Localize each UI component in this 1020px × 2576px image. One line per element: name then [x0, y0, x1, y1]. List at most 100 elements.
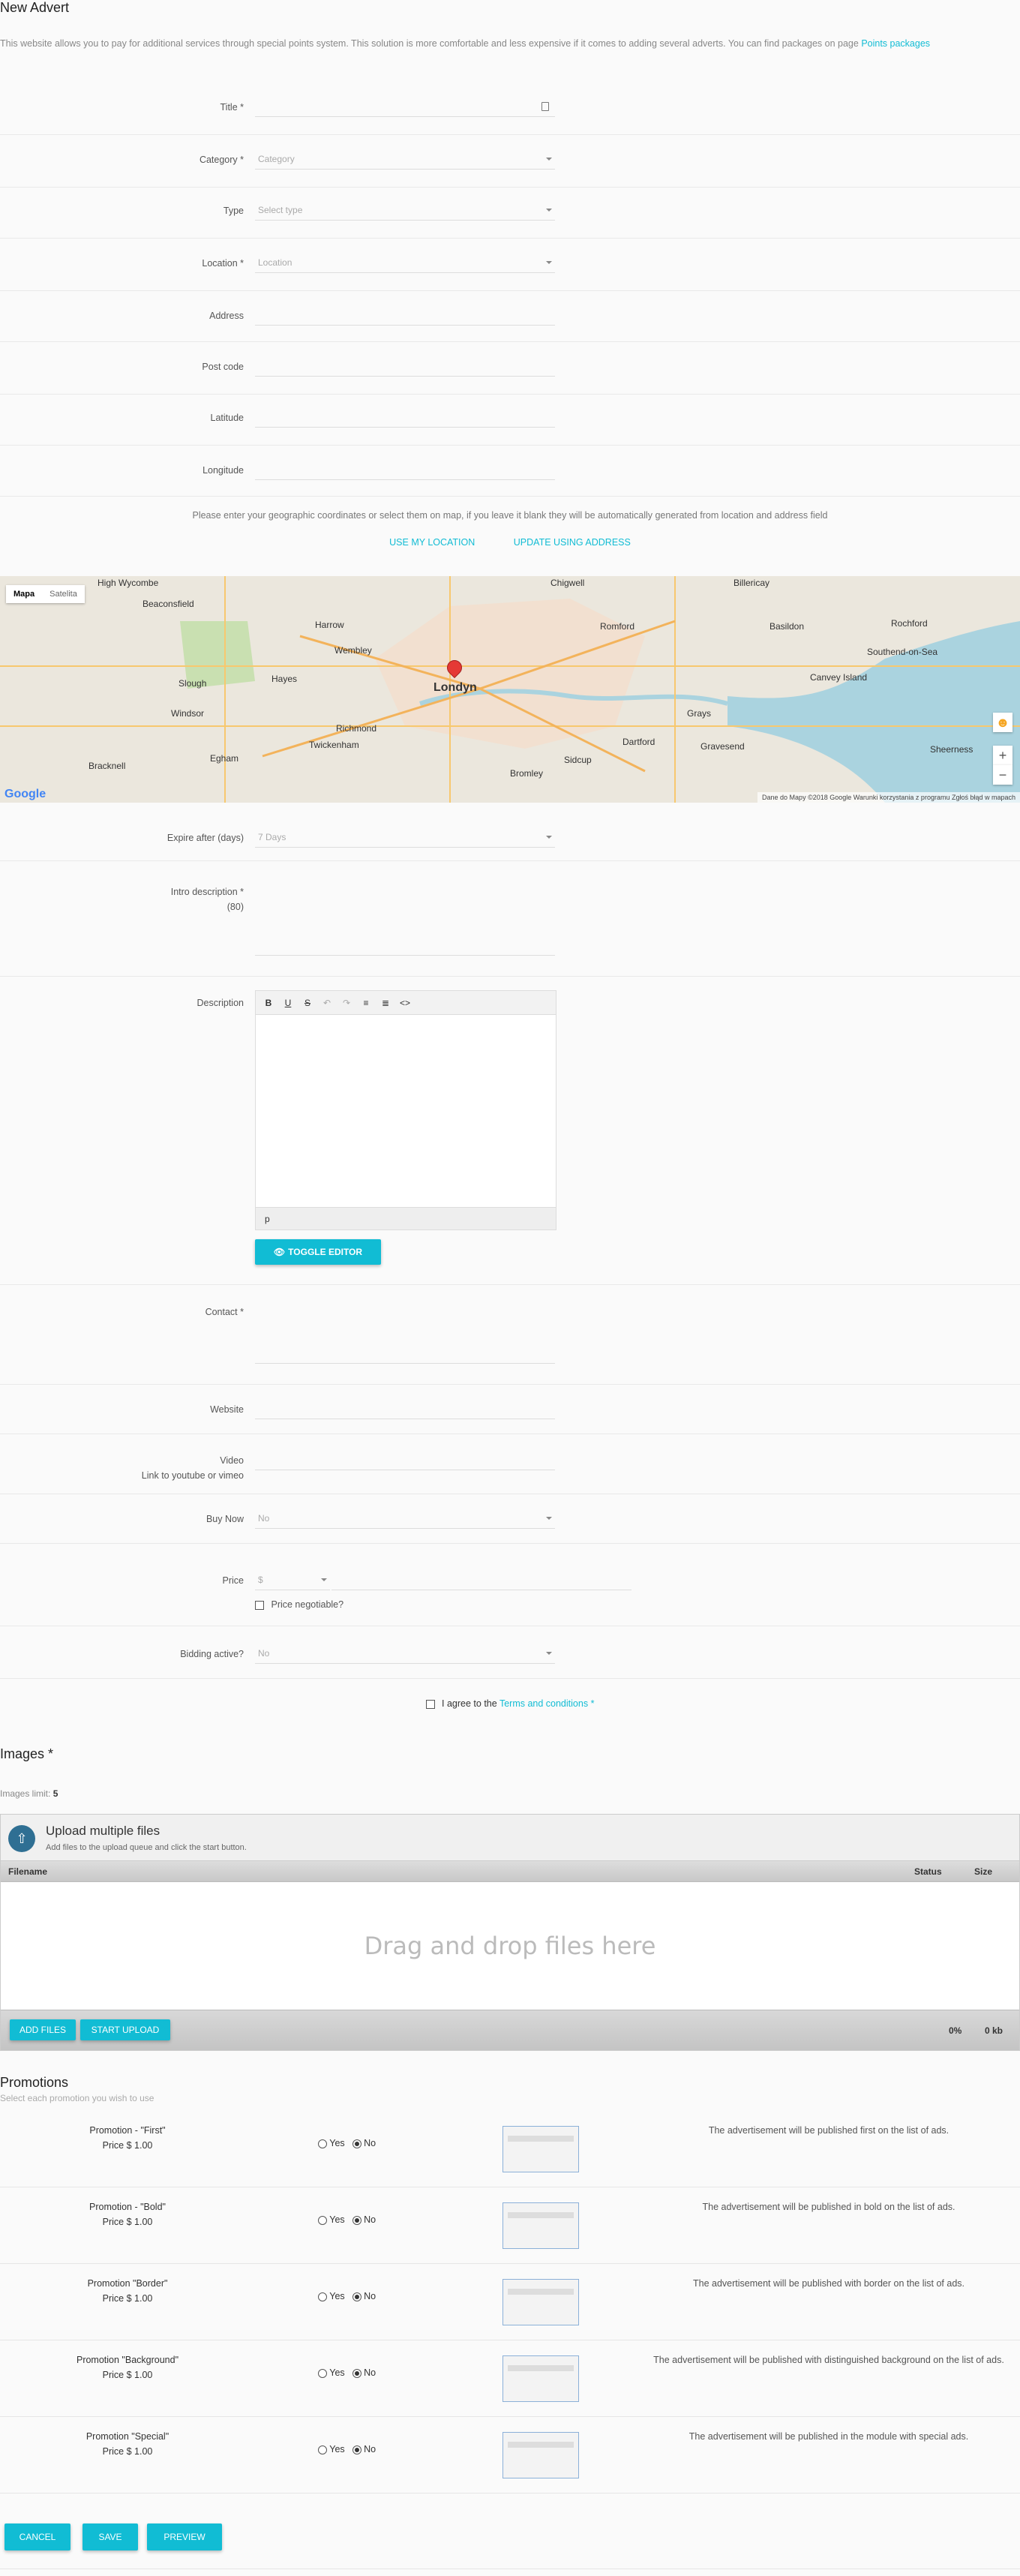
promotions-title: Promotions: [0, 2075, 69, 2090]
description-editor[interactable]: B U S ↶ ↷ ≡ ≣ <> p: [255, 990, 556, 1230]
upload-percent: 0%: [949, 2025, 962, 2036]
promotion-name: Promotion "Background" Price $ 1.00: [0, 2352, 255, 2382]
promotion-preview-image: [502, 2355, 579, 2402]
bidding-select[interactable]: No: [255, 1643, 555, 1664]
redo-button[interactable]: ↷: [338, 995, 355, 1010]
points-packages-link[interactable]: Points packages: [861, 38, 930, 49]
website-input[interactable]: [255, 1398, 555, 1419]
map-tab-map[interactable]: Mapa: [6, 585, 42, 603]
category-value: Category: [258, 154, 295, 164]
expire-select[interactable]: 7 Days: [255, 827, 555, 848]
promotion-title: Promotion - "Bold": [89, 2202, 166, 2212]
col-size: Size: [974, 1866, 993, 1877]
buy-now-row: Buy Now No: [0, 1494, 1020, 1544]
promotion-row: Promotion "Border" Price $ 1.00 Yes No The…: [0, 2264, 1020, 2340]
promotion-no-radio[interactable]: [352, 2215, 362, 2225]
chevron-down-icon: [546, 1517, 552, 1520]
terms-link[interactable]: Terms and conditions: [500, 1698, 588, 1709]
promotion-no-radio[interactable]: [352, 2139, 362, 2148]
longitude-input[interactable]: [255, 459, 555, 480]
price-negotiable-label: Price negotiable?: [271, 1599, 344, 1610]
zoom-in-button[interactable]: +: [993, 746, 1012, 765]
location-select[interactable]: Location: [255, 252, 555, 273]
drop-zone[interactable]: Drag and drop files here: [1, 1882, 1019, 2010]
price-negotiable-checkbox[interactable]: [255, 1600, 264, 1610]
address-row: Address: [0, 291, 1020, 342]
update-using-address-button[interactable]: UPDATE USING ADDRESS: [514, 537, 631, 548]
promotion-yes-radio[interactable]: [318, 2368, 327, 2378]
bidding-value: No: [258, 1648, 270, 1659]
preview-button[interactable]: PREVIEW: [147, 2523, 222, 2550]
toggle-editor-button[interactable]: 👁 TOGGLE EDITOR: [255, 1239, 381, 1265]
video-label: Video: [220, 1455, 244, 1466]
promotion-no-radio[interactable]: [352, 2445, 362, 2454]
zoom-out-button[interactable]: −: [993, 765, 1012, 785]
col-filename: Filename: [8, 1866, 48, 1877]
contact-textarea[interactable]: [255, 1304, 555, 1364]
map-tab-satellite[interactable]: Satelita: [42, 585, 85, 603]
description-label: Description: [196, 998, 244, 1008]
source-code-button[interactable]: <>: [397, 995, 413, 1010]
images-title: Images *: [0, 1746, 54, 1761]
video-sublabel: Link to youtube or vimeo: [141, 1470, 244, 1481]
map-place-label: Bromley: [510, 768, 544, 779]
promotion-yes-radio[interactable]: [318, 2445, 327, 2454]
map[interactable]: Mapa Satelita High Wycombe Beaconsfield …: [0, 576, 1020, 803]
promotion-yes-label: Yes: [329, 2367, 345, 2378]
promotion-no-radio[interactable]: [352, 2368, 362, 2378]
terms-checkbox[interactable]: [425, 1699, 435, 1709]
postcode-input[interactable]: [255, 356, 555, 377]
postcode-label: Post code: [202, 362, 244, 372]
promotion-name: Promotion "Special" Price $ 1.00: [0, 2429, 255, 2459]
file-uploader[interactable]: ⇧ Upload multiple files Add files to the…: [0, 1814, 1020, 2051]
numbered-list-button[interactable]: ≣: [377, 995, 394, 1010]
start-upload-button[interactable]: START UPLOAD: [80, 2019, 170, 2040]
cancel-button[interactable]: CANCEL: [4, 2523, 70, 2550]
terms-required: *: [590, 1698, 595, 1709]
title-input[interactable]: [255, 96, 555, 117]
video-input[interactable]: [255, 1449, 555, 1470]
map-place-label: Dartford: [622, 737, 656, 747]
map-center-label: Londyn: [434, 681, 477, 694]
buy-now-select[interactable]: No: [255, 1508, 555, 1529]
promotion-name: Promotion "Border" Price $ 1.00: [0, 2276, 255, 2306]
uploader-header: ⇧ Upload multiple files Add files to the…: [1, 1815, 1019, 1861]
latitude-label: Latitude: [210, 413, 244, 423]
use-my-location-button[interactable]: USE MY LOCATION: [389, 537, 475, 548]
bullet-list-button[interactable]: ≡: [358, 995, 374, 1010]
promotion-choice: Yes No: [318, 2291, 376, 2301]
longitude-label: Longitude: [202, 465, 244, 476]
strikethrough-button[interactable]: S: [299, 995, 316, 1010]
promotion-choice: Yes No: [318, 2138, 376, 2148]
promotion-preview-image: [502, 2279, 579, 2325]
map-place-label: High Wycombe: [98, 578, 159, 588]
bold-button[interactable]: B: [260, 995, 277, 1010]
address-label: Address: [209, 311, 244, 321]
images-limit-value: 5: [52, 1788, 58, 1799]
latitude-input[interactable]: [255, 407, 555, 428]
promotion-yes-radio[interactable]: [318, 2292, 327, 2301]
price-currency-select[interactable]: $: [255, 1569, 330, 1590]
bidding-row: Bidding active? No: [0, 1626, 1020, 1679]
category-select[interactable]: Category: [255, 149, 555, 170]
save-button[interactable]: SAVE: [82, 2523, 138, 2550]
promotion-yes-radio[interactable]: [318, 2139, 327, 2148]
promotion-title: Promotion - "First": [89, 2125, 166, 2136]
add-files-button[interactable]: ADD FILES: [10, 2019, 76, 2040]
promotion-no-radio[interactable]: [352, 2292, 362, 2301]
price-negotiable[interactable]: Price negotiable?: [255, 1599, 344, 1610]
price-input[interactable]: [332, 1569, 632, 1590]
type-select[interactable]: Select type: [255, 200, 555, 221]
address-input[interactable]: [255, 305, 555, 326]
street-view-icon[interactable]: ☻: [993, 713, 1012, 732]
promotion-yes-radio[interactable]: [318, 2215, 327, 2225]
underline-button[interactable]: U: [280, 995, 296, 1010]
undo-button[interactable]: ↶: [319, 995, 335, 1010]
upload-size: 0 kb: [985, 2025, 1004, 2036]
intro-description-textarea[interactable]: [255, 884, 555, 956]
chevron-down-icon: [546, 261, 552, 264]
map-place-label: Slough: [178, 678, 207, 689]
promotion-title: Promotion "Background": [76, 2355, 179, 2365]
type-label: Type: [223, 206, 244, 216]
location-row: Location * Location: [0, 239, 1020, 291]
